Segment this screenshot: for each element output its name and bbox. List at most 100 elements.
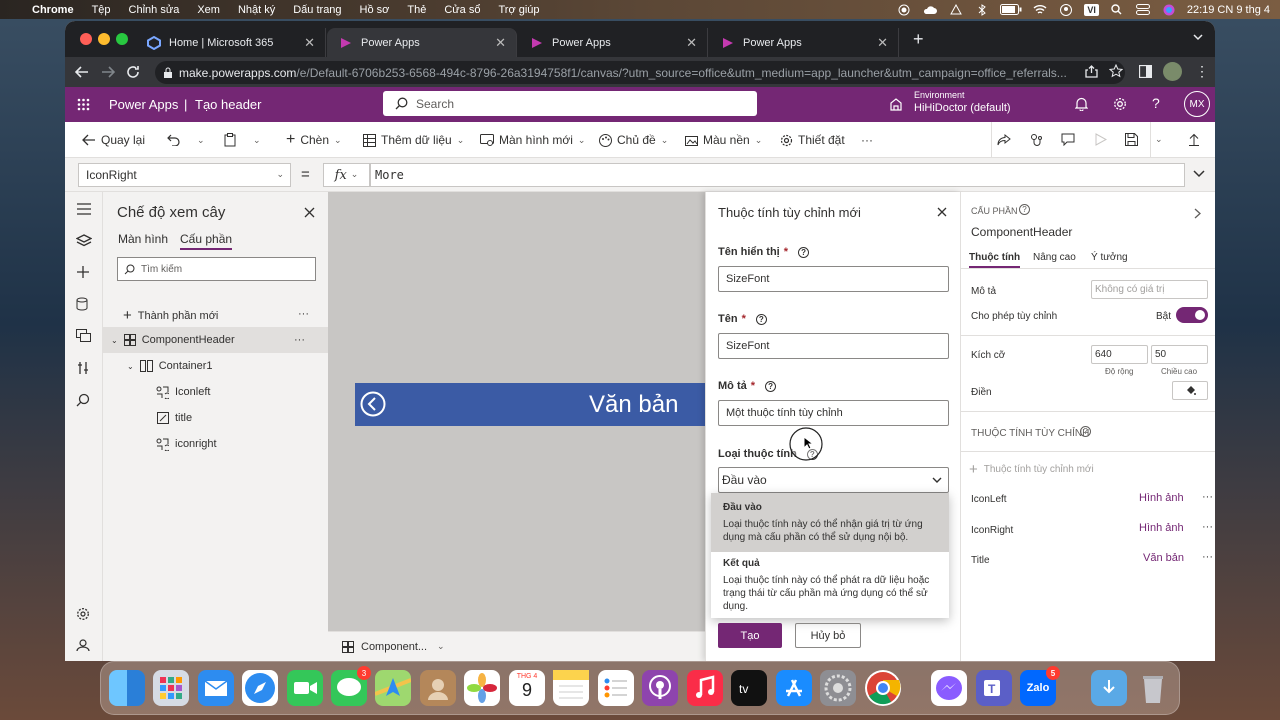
save-icon[interactable]: [1125, 133, 1138, 146]
environment-name[interactable]: HiHiDoctor (default): [914, 102, 1011, 114]
tools-icon[interactable]: [76, 361, 92, 377]
tab-screens[interactable]: Màn hình: [118, 232, 168, 246]
search-box[interactable]: Search: [383, 91, 757, 116]
zalo-icon[interactable]: Zalo 5: [1020, 666, 1060, 706]
app-title[interactable]: Power Apps: [109, 97, 178, 112]
description-input[interactable]: Không có giá trị: [1091, 280, 1208, 299]
music-icon[interactable]: [687, 670, 723, 706]
tree-item-componentheader[interactable]: ⌄ ComponentHeader ···: [103, 327, 328, 353]
menu-item-edit[interactable]: Chỉnh sửa: [129, 4, 180, 16]
data-cylinder-icon[interactable]: [76, 297, 92, 313]
user-avatar[interactable]: MX: [1184, 91, 1210, 117]
menu-app-name[interactable]: Chrome: [32, 4, 74, 16]
podcasts-icon[interactable]: [642, 670, 678, 706]
background-button[interactable]: Màu nền ⌄: [685, 122, 762, 158]
chevron-down-icon[interactable]: ⌄: [197, 135, 205, 146]
publish-icon[interactable]: [1188, 133, 1200, 146]
contacts-icon[interactable]: [420, 670, 456, 706]
custom-prop-type[interactable]: Hình ảnh: [1139, 522, 1184, 534]
maps-icon[interactable]: [375, 670, 411, 706]
launchpad-icon[interactable]: [153, 670, 189, 706]
option-input[interactable]: Đầu vào Loại thuộc tính này có thể nhận …: [711, 493, 949, 552]
tab-search-icon[interactable]: [1192, 32, 1204, 42]
more-options-icon[interactable]: ···: [298, 308, 309, 320]
teams-icon[interactable]: T: [976, 670, 1012, 706]
record-icon[interactable]: [896, 4, 912, 16]
more-options-icon[interactable]: ···: [1202, 551, 1213, 563]
formula-input[interactable]: More: [370, 163, 1185, 187]
theme-button[interactable]: Chủ đề ⌄: [599, 122, 668, 158]
browser-tab-active[interactable]: Power Apps ✕: [327, 28, 517, 57]
custom-prop-name[interactable]: IconRight: [971, 525, 1013, 536]
menu-item-file[interactable]: Tệp: [92, 4, 111, 16]
share-app-icon[interactable]: [997, 133, 1011, 147]
custom-prop-type[interactable]: Văn bản: [1143, 552, 1184, 564]
property-dropdown[interactable]: IconRight ⌄: [78, 163, 291, 187]
chevron-down-icon[interactable]: ⌄: [437, 641, 445, 652]
close-icon[interactable]: [937, 207, 947, 217]
browser-tab[interactable]: Power Apps ✕: [518, 28, 708, 57]
cancel-button[interactable]: Hủy bỏ: [795, 623, 861, 648]
downloads-folder-icon[interactable]: [1091, 670, 1127, 706]
customization-toggle[interactable]: [1176, 307, 1208, 323]
calendar-icon[interactable]: THG 4 9: [509, 670, 545, 706]
chevron-down-icon[interactable]: ⌄: [127, 362, 134, 371]
input-language-badge[interactable]: VI: [1084, 3, 1099, 16]
mail-icon[interactable]: [198, 670, 234, 706]
bluetooth-icon[interactable]: [974, 3, 990, 16]
menu-item-window[interactable]: Cửa sổ: [444, 4, 480, 16]
tree-search-input[interactable]: Tìm kiếm: [117, 257, 316, 281]
browser-tab[interactable]: Home | Microsoft 365 ✕: [135, 28, 326, 57]
finder-icon[interactable]: [109, 670, 145, 706]
profile-avatar[interactable]: [1163, 62, 1182, 81]
comments-icon[interactable]: [1061, 133, 1075, 146]
chevron-down-icon[interactable]: ⌄: [253, 135, 261, 146]
insert-button[interactable]: + Chèn ⌄: [286, 122, 342, 158]
status-component-name[interactable]: Component...: [361, 641, 427, 653]
description-input[interactable]: Một thuộc tính tùy chỉnh: [718, 400, 949, 426]
tab-components[interactable]: Cấu phần: [180, 232, 233, 250]
lock-icon[interactable]: [163, 67, 173, 79]
bookmark-star-icon[interactable]: [1109, 64, 1123, 78]
design-canvas[interactable]: Văn bản Component... ⌄: [328, 192, 715, 661]
help-icon[interactable]: ?: [1080, 426, 1091, 437]
environment-icon[interactable]: [889, 97, 903, 111]
control-center-icon[interactable]: [1135, 4, 1151, 16]
messenger-icon[interactable]: [931, 670, 967, 706]
forward-icon[interactable]: [101, 65, 115, 79]
more-commands-button[interactable]: ···: [861, 122, 873, 158]
menu-item-profiles[interactable]: Hồ sơ: [360, 4, 390, 16]
apple-tv-icon[interactable]: tv: [731, 670, 767, 706]
custom-prop-name[interactable]: IconLeft: [971, 494, 1007, 505]
tree-view-layers-icon[interactable]: [76, 234, 92, 250]
more-options-icon[interactable]: ···: [1202, 491, 1213, 503]
search-icon[interactable]: [76, 393, 92, 409]
zoom-window-button[interactable]: [116, 33, 128, 45]
tab-advanced[interactable]: Nâng cao: [1033, 252, 1076, 263]
close-window-button[interactable]: [80, 33, 92, 45]
settings-gear-icon[interactable]: [1113, 97, 1127, 111]
custom-prop-type[interactable]: Hình ảnh: [1139, 492, 1184, 504]
help-icon[interactable]: ?: [765, 380, 777, 392]
add-data-button[interactable]: Thêm dữ liệu ⌄: [363, 122, 464, 158]
siri-icon[interactable]: [1161, 4, 1177, 16]
header-title-text[interactable]: Văn bản: [589, 391, 678, 419]
menu-item-view[interactable]: Xem: [197, 4, 220, 16]
app-store-icon[interactable]: [776, 670, 812, 706]
search-icon[interactable]: [1109, 4, 1125, 16]
preview-play-icon[interactable]: [1095, 133, 1107, 146]
photos-icon[interactable]: [464, 670, 500, 706]
help-icon[interactable]: ?: [798, 246, 810, 258]
facetime-icon[interactable]: [287, 670, 323, 706]
minimize-window-button[interactable]: [98, 33, 110, 45]
close-icon[interactable]: [304, 207, 315, 218]
width-input[interactable]: 640: [1091, 345, 1148, 364]
clock[interactable]: 22:19 CN 9 thg 4: [1187, 4, 1270, 16]
system-settings-icon[interactable]: [820, 670, 856, 706]
option-output[interactable]: Kết quả Loại thuộc tính này có thể phát …: [711, 549, 949, 621]
fill-color-picker[interactable]: [1172, 381, 1208, 400]
settings-button[interactable]: Thiết đặt: [780, 122, 845, 158]
new-component-button[interactable]: + Thành phần mới: [123, 307, 218, 324]
trash-icon[interactable]: [1135, 670, 1171, 706]
create-button[interactable]: Tạo: [718, 623, 782, 648]
